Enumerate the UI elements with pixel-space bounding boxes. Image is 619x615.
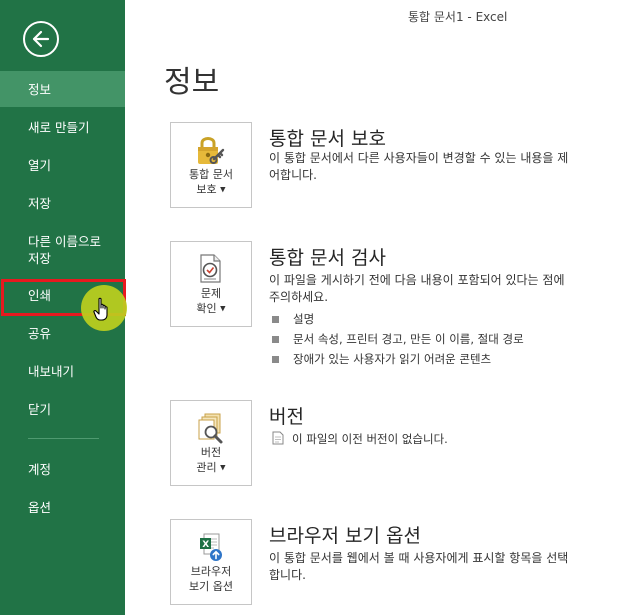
dropdown-caret-icon: ▼ xyxy=(220,185,226,194)
inspect-bullet-item: 장애가 있는 사용자가 읽기 어려운 콘텐츠 xyxy=(272,351,491,367)
back-button[interactable] xyxy=(23,21,59,57)
browser-view-options-button[interactable]: X 브라우저 보기 옵션 xyxy=(170,519,252,605)
protect-workbook-title: 통합 문서 보호 xyxy=(269,128,386,150)
protect-workbook-label: 통합 문서 보호 ▼ xyxy=(189,168,233,196)
nav-item-new[interactable]: 새로 만들기 xyxy=(0,119,125,136)
bullet-square-icon xyxy=(272,336,279,343)
inspect-document-icon xyxy=(171,252,251,288)
manage-versions-button[interactable]: 버전 관리 ▼ xyxy=(170,400,252,486)
document-icon xyxy=(272,431,284,448)
protect-workbook-button[interactable]: 통합 문서 보호 ▼ xyxy=(170,122,252,208)
nav-item-account[interactable]: 계정 xyxy=(0,461,125,478)
browser-view-options-description: 이 통합 문서를 웹에서 볼 때 사용자에게 표시할 항목을 선택합니다. xyxy=(269,551,569,582)
dropdown-caret-icon: ▼ xyxy=(220,304,226,313)
hand-pointer-icon xyxy=(93,297,108,321)
browser-view-options-label: 브라우저 보기 옵션 xyxy=(189,565,233,593)
inspect-bullet-item: 설명 xyxy=(272,311,314,327)
bullet-square-icon xyxy=(272,356,279,363)
check-issues-label: 문제 확인 ▼ xyxy=(196,287,226,315)
window-title: 통합 문서1 - Excel xyxy=(408,10,508,24)
nav-item-export[interactable]: 내보내기 xyxy=(0,363,125,380)
protect-workbook-description: 이 통합 문서에서 다른 사용자들이 변경할 수 있는 내용을 제어합니다. xyxy=(269,151,569,182)
nav-item-close[interactable]: 닫기 xyxy=(0,401,125,418)
versions-title: 버전 xyxy=(269,406,304,428)
inspect-bullet-item: 문서 속성, 프린터 경고, 만든 이 이름, 절대 경로 xyxy=(272,331,524,347)
svg-text:X: X xyxy=(202,540,209,550)
nav-item-info[interactable]: 정보 xyxy=(0,71,125,107)
lock-key-icon xyxy=(171,133,251,169)
nav-item-save[interactable]: 저장 xyxy=(0,195,125,212)
bullet-square-icon xyxy=(272,316,279,323)
nav-item-save-as[interactable]: 다른 이름으로 저장 xyxy=(0,233,110,267)
manage-versions-icon xyxy=(171,411,251,447)
back-arrow-icon xyxy=(32,30,50,48)
nav-divider xyxy=(28,438,99,439)
dropdown-caret-icon: ▼ xyxy=(220,463,226,472)
manage-versions-label: 버전 관리 ▼ xyxy=(196,446,226,474)
nav-item-options[interactable]: 옵션 xyxy=(0,499,125,516)
inspect-workbook-description: 이 파일을 게시하기 전에 다음 내용이 포함되어 있다는 점에 주의하세요. xyxy=(269,273,565,304)
inspect-workbook-title: 통합 문서 검사 xyxy=(269,247,386,269)
page-title: 정보 xyxy=(164,65,220,100)
browser-view-options-icon: X xyxy=(171,530,251,566)
check-issues-button[interactable]: 문제 확인 ▼ xyxy=(170,241,252,327)
browser-view-options-title: 브라우저 보기 옵션 xyxy=(269,525,421,547)
nav-item-open[interactable]: 열기 xyxy=(0,157,125,174)
versions-note: 이 파일의 이전 버전이 없습니다. xyxy=(272,431,448,448)
